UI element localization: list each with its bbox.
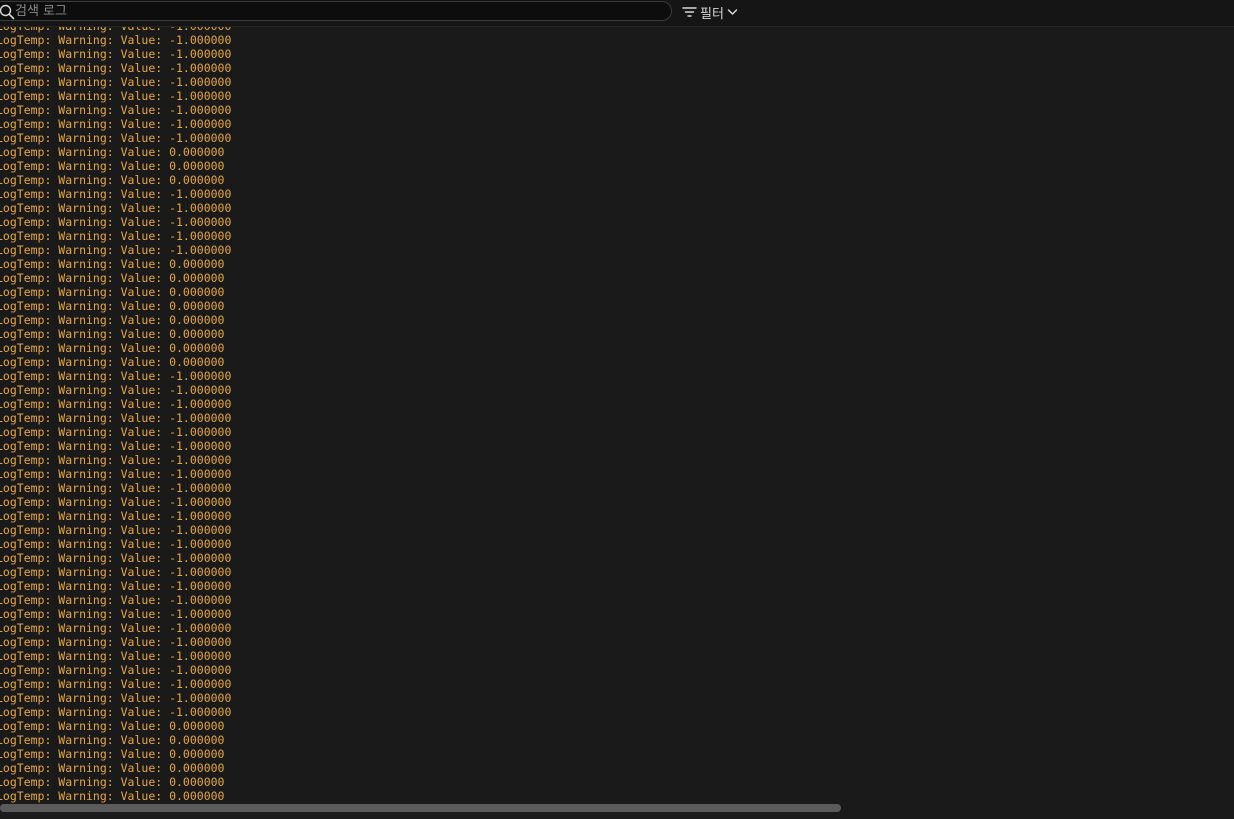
- log-line: LogTemp: Warning: Value: -1.000000: [0, 117, 232, 131]
- log-line: LogTemp: Warning: Value: 0.000000: [0, 789, 225, 803]
- log-line: LogTemp: Warning: Value: 0.000000: [0, 145, 225, 159]
- log-line: LogTemp: Warning: Value: -1.000000: [0, 551, 232, 565]
- log-line: LogTemp: Warning: Value: -1.000000: [0, 691, 232, 705]
- log-line: LogTemp: Warning: Value: -1.000000: [0, 607, 232, 621]
- log-line: LogTemp: Warning: Value: 0.000000: [0, 775, 225, 789]
- filter-label: 필터: [700, 6, 724, 22]
- log-line: LogTemp: Warning: Value: -1.000000: [0, 593, 232, 607]
- log-line: LogTemp: Warning: Value: -1.000000: [0, 33, 232, 47]
- log-line: LogTemp: Warning: Value: 0.000000: [0, 327, 225, 341]
- log-line: LogTemp: Warning: Value: 0.000000: [0, 761, 225, 775]
- horizontal-scrollbar[interactable]: [0, 804, 1234, 814]
- log-output[interactable]: LogTemp: Warning: Value: -1.000000 LogTem…: [0, 27, 1234, 804]
- log-line: LogTemp: Warning: Value: -1.000000: [0, 243, 232, 257]
- log-line: LogTemp: Warning: Value: -1.000000: [0, 453, 232, 467]
- log-line: LogTemp: Warning: Value: 0.000000: [0, 257, 225, 271]
- log-line: LogTemp: Warning: Value: -1.000000: [0, 75, 232, 89]
- log-line: LogTemp: Warning: Value: -1.000000: [0, 439, 232, 453]
- log-line: LogTemp: Warning: Value: -1.000000: [0, 523, 232, 537]
- log-line: LogTemp: Warning: Value: -1.000000: [0, 89, 232, 103]
- log-line: LogTemp: Warning: Value: 0.000000: [0, 299, 225, 313]
- log-line: LogTemp: Warning: Value: -1.000000: [0, 677, 232, 691]
- log-line: LogTemp: Warning: Value: -1.000000: [0, 635, 232, 649]
- log-line: LogTemp: Warning: Value: -1.000000: [0, 621, 232, 635]
- log-line: LogTemp: Warning: Value: 0.000000: [0, 747, 225, 761]
- search-icon: [0, 4, 15, 20]
- log-line: LogTemp: Warning: Value: -1.000000: [0, 369, 232, 383]
- log-line: LogTemp: Warning: Value: -1.000000: [0, 103, 232, 117]
- log-line: LogTemp: Warning: Value: -1.000000: [0, 509, 232, 523]
- log-line: LogTemp: Warning: Value: 0.000000: [0, 159, 225, 173]
- log-line: LogTemp: Warning: Value: -1.000000: [0, 495, 232, 509]
- log-toolbar: 필터: [0, 0, 1234, 27]
- log-line: LogTemp: Warning: Value: 0.000000: [0, 285, 225, 299]
- log-line: LogTemp: Warning: Value: -1.000000: [0, 215, 232, 229]
- log-line: LogTemp: Warning: Value: 0.000000: [0, 355, 225, 369]
- log-line: LogTemp: Warning: Value: -1.000000: [0, 397, 232, 411]
- log-line: LogTemp: Warning: Value: -1.000000: [0, 467, 232, 481]
- log-line: LogTemp: Warning: Value: -1.000000: [0, 481, 232, 495]
- log-line: LogTemp: Warning: Value: 0.000000: [0, 719, 225, 733]
- filter-icon: [682, 5, 697, 19]
- log-line: LogTemp: Warning: Value: -1.000000: [0, 663, 232, 677]
- log-line: LogTemp: Warning: Value: -1.000000: [0, 187, 232, 201]
- log-line: LogTemp: Warning: Value: -1.000000: [0, 537, 232, 551]
- chevron-down-icon: [727, 8, 738, 16]
- log-line: LogTemp: Warning: Value: -1.000000: [0, 565, 232, 579]
- log-list: LogTemp: Warning: Value: -1.000000 LogTem…: [0, 27, 231, 803]
- log-line: LogTemp: Warning: Value: -1.000000: [0, 47, 232, 61]
- log-line: LogTemp: Warning: Value: 0.000000: [0, 313, 225, 327]
- search-input[interactable]: [15, 3, 655, 19]
- log-line: LogTemp: Warning: Value: 0.000000: [0, 173, 225, 187]
- log-line: LogTemp: Warning: Value: -1.000000: [0, 425, 232, 439]
- log-line: LogTemp: Warning: Value: -1.000000: [0, 649, 232, 663]
- log-line: LogTemp: Warning: Value: -1.000000: [0, 705, 232, 719]
- log-line: LogTemp: Warning: Value: -1.000000: [0, 383, 232, 397]
- filter-button[interactable]: 필터: [682, 3, 738, 22]
- log-line: LogTemp: Warning: Value: 0.000000: [0, 271, 225, 285]
- log-line: LogTemp: Warning: Value: -1.000000: [0, 579, 232, 593]
- log-line: LogTemp: Warning: Value: -1.000000: [0, 411, 232, 425]
- log-line: LogTemp: Warning: Value: 0.000000: [0, 733, 225, 747]
- log-line: LogTemp: Warning: Value: -1.000000: [0, 131, 232, 145]
- horizontal-scrollbar-thumb[interactable]: [0, 804, 841, 812]
- log-line: LogTemp: Warning: Value: 0.000000: [0, 341, 225, 355]
- search-box[interactable]: [0, 1, 672, 21]
- log-line: LogTemp: Warning: Value: -1.000000: [0, 61, 232, 75]
- log-line: LogTemp: Warning: Value: -1.000000: [0, 201, 232, 215]
- log-line: LogTemp: Warning: Value: -1.000000: [0, 229, 232, 243]
